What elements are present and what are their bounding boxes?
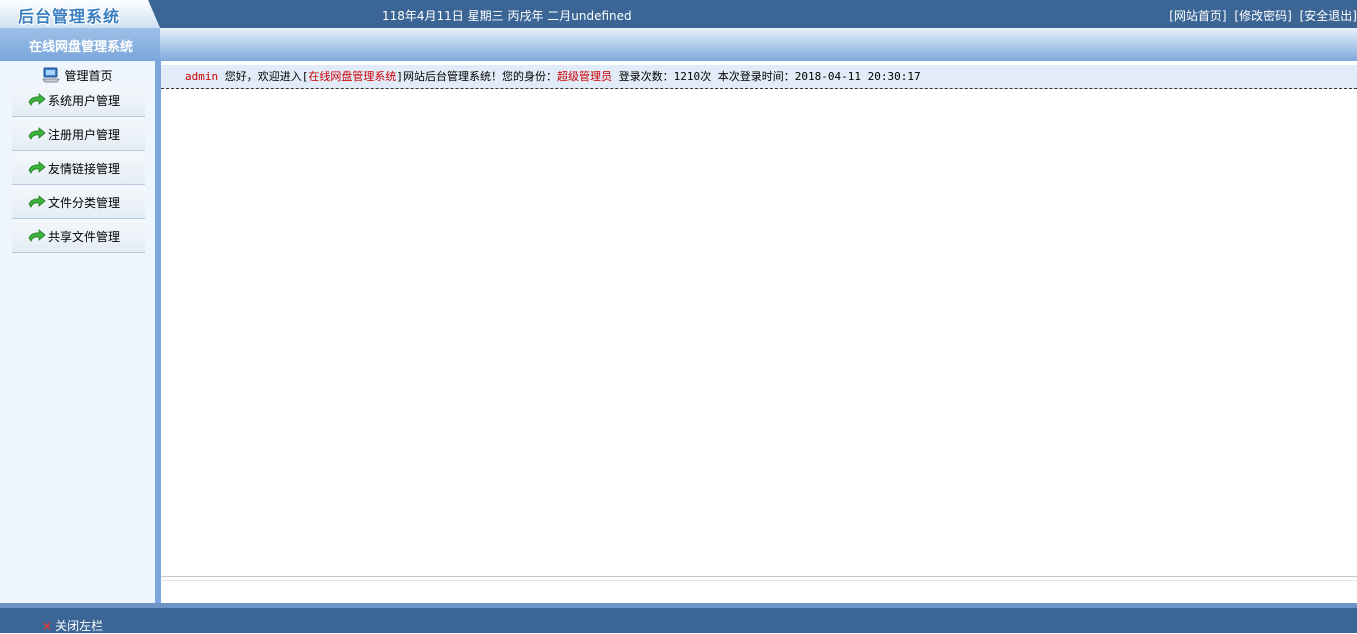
green-arrow-icon [28,161,46,175]
footer-strip [0,603,1357,608]
welcome-role: 超级管理员 [557,70,612,83]
site-home-link[interactable]: [网站首页] [1169,9,1226,23]
computer-icon [42,67,61,83]
sidebar-item-shared-files[interactable]: 共享文件管理 [12,220,145,253]
green-arrow-icon [28,127,46,141]
welcome-bar: admin 您好，欢迎进入[在线网盘管理系统]网站后台管理系统！您的身份：超级管… [161,65,1357,89]
login-count-unit: 次 [700,70,712,83]
logo-tab: 后台管理系统 [0,0,160,28]
close-sidebar-button[interactable]: × 关闭左栏 [42,617,103,634]
sidebar-item-label: 文件分类管理 [48,195,121,210]
login-count: 1210 [673,70,701,83]
system-title: 在线网盘管理系统 [29,40,134,55]
logout-link[interactable]: [安全退出] [1300,9,1357,23]
sidebar-menu: 系统用户管理 注册用户管理 友情链接管理 文件分类管理 共享文件管理 [12,84,145,254]
welcome-after-site: ]网站后台管理系统！您的身份： [396,70,557,83]
last-login-label: 本次登录时间： [711,70,795,83]
sidebar-item-registered-users[interactable]: 注册用户管理 [12,118,145,151]
top-header: 后台管理系统 118年4月11日 星期三 丙戌年 二月undefined [网站… [0,0,1357,28]
main-content: admin 您好，欢迎进入[在线网盘管理系统]网站后台管理系统！您的身份：超级管… [161,61,1357,603]
top-links: [网站首页] [修改密码] [安全退出] [1165,7,1357,24]
sub-header: 在线网盘管理系统 [0,28,1357,61]
close-sidebar-label: 关闭左栏 [55,619,104,633]
change-password-link[interactable]: [修改密码] [1234,9,1291,23]
welcome-greeting: 您好，欢迎进入[ [218,70,309,83]
sub-header-left: 在线网盘管理系统 [0,28,160,61]
sidebar-item-label: 友情链接管理 [48,161,121,176]
content-divider [161,576,1357,581]
current-date: 118年4月11日 星期三 丙戌年 二月undefined [382,9,632,23]
sidebar-item-label: 注册用户管理 [48,127,121,142]
sidebar-item-label: 共享文件管理 [48,229,121,244]
sidebar: 管理首页 系统用户管理 注册用户管理 友情链接管理 文件分类管理 共享文件管理 [0,61,157,603]
sidebar-item-file-categories[interactable]: 文件分类管理 [12,186,145,219]
green-arrow-icon [28,93,46,107]
logo-text: 后台管理系统 [18,7,121,26]
sidebar-item-label: 系统用户管理 [48,93,121,108]
green-arrow-icon [28,229,46,243]
close-icon: × [42,619,53,633]
welcome-username: admin [185,70,219,83]
sidebar-home-label: 管理首页 [64,68,113,83]
welcome-site-name: 在线网盘管理系统 [308,70,397,83]
sidebar-item-system-users[interactable]: 系统用户管理 [12,84,145,117]
sidebar-home[interactable]: 管理首页 [0,65,155,85]
last-login-time: 2018-04-11 20:30:17 [794,70,921,83]
sidebar-item-friend-links[interactable]: 友情链接管理 [12,152,145,185]
login-count-label: 登录次数： [612,70,674,83]
green-arrow-icon [28,195,46,209]
